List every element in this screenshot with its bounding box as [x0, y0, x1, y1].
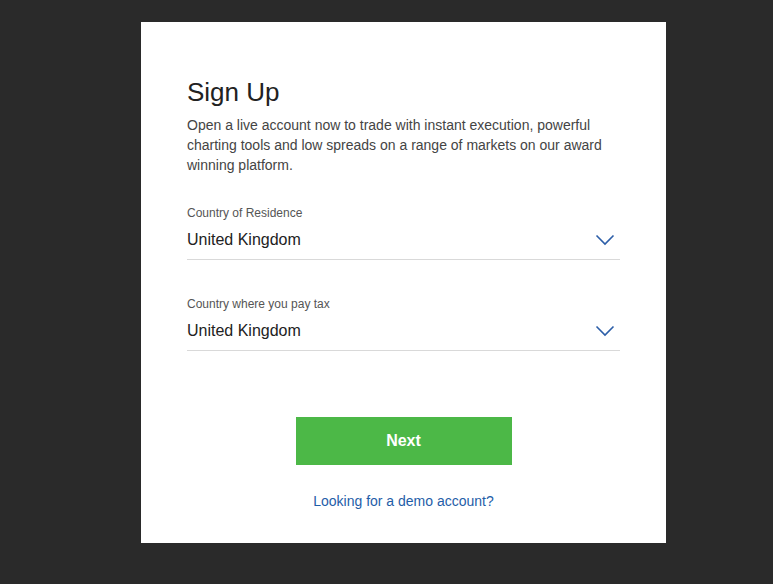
country-select[interactable]: Country where you pay tax United Kingdom: [187, 296, 620, 351]
dialog-title: Sign Up: [187, 76, 620, 108]
field-value: United Kingdom: [187, 228, 301, 252]
field-label: Country where you pay tax: [187, 296, 620, 312]
field-value: United Kingdom: [187, 319, 301, 343]
next-button[interactable]: Next: [296, 417, 512, 465]
signup-dialog: Sign Up Open a live account now to trade …: [141, 22, 666, 543]
dialog-description: Open a live account now to trade with in…: [187, 115, 620, 175]
field-label: Country of Residence: [187, 205, 620, 221]
page: Sign Up Open a live account now to trade …: [0, 0, 773, 584]
chevron-down-icon: [595, 325, 615, 337]
chevron-down-icon: [595, 234, 615, 246]
country-select[interactable]: Country of Residence United Kingdom: [187, 205, 620, 260]
demo-account-link[interactable]: Looking for a demo account?: [313, 491, 494, 511]
